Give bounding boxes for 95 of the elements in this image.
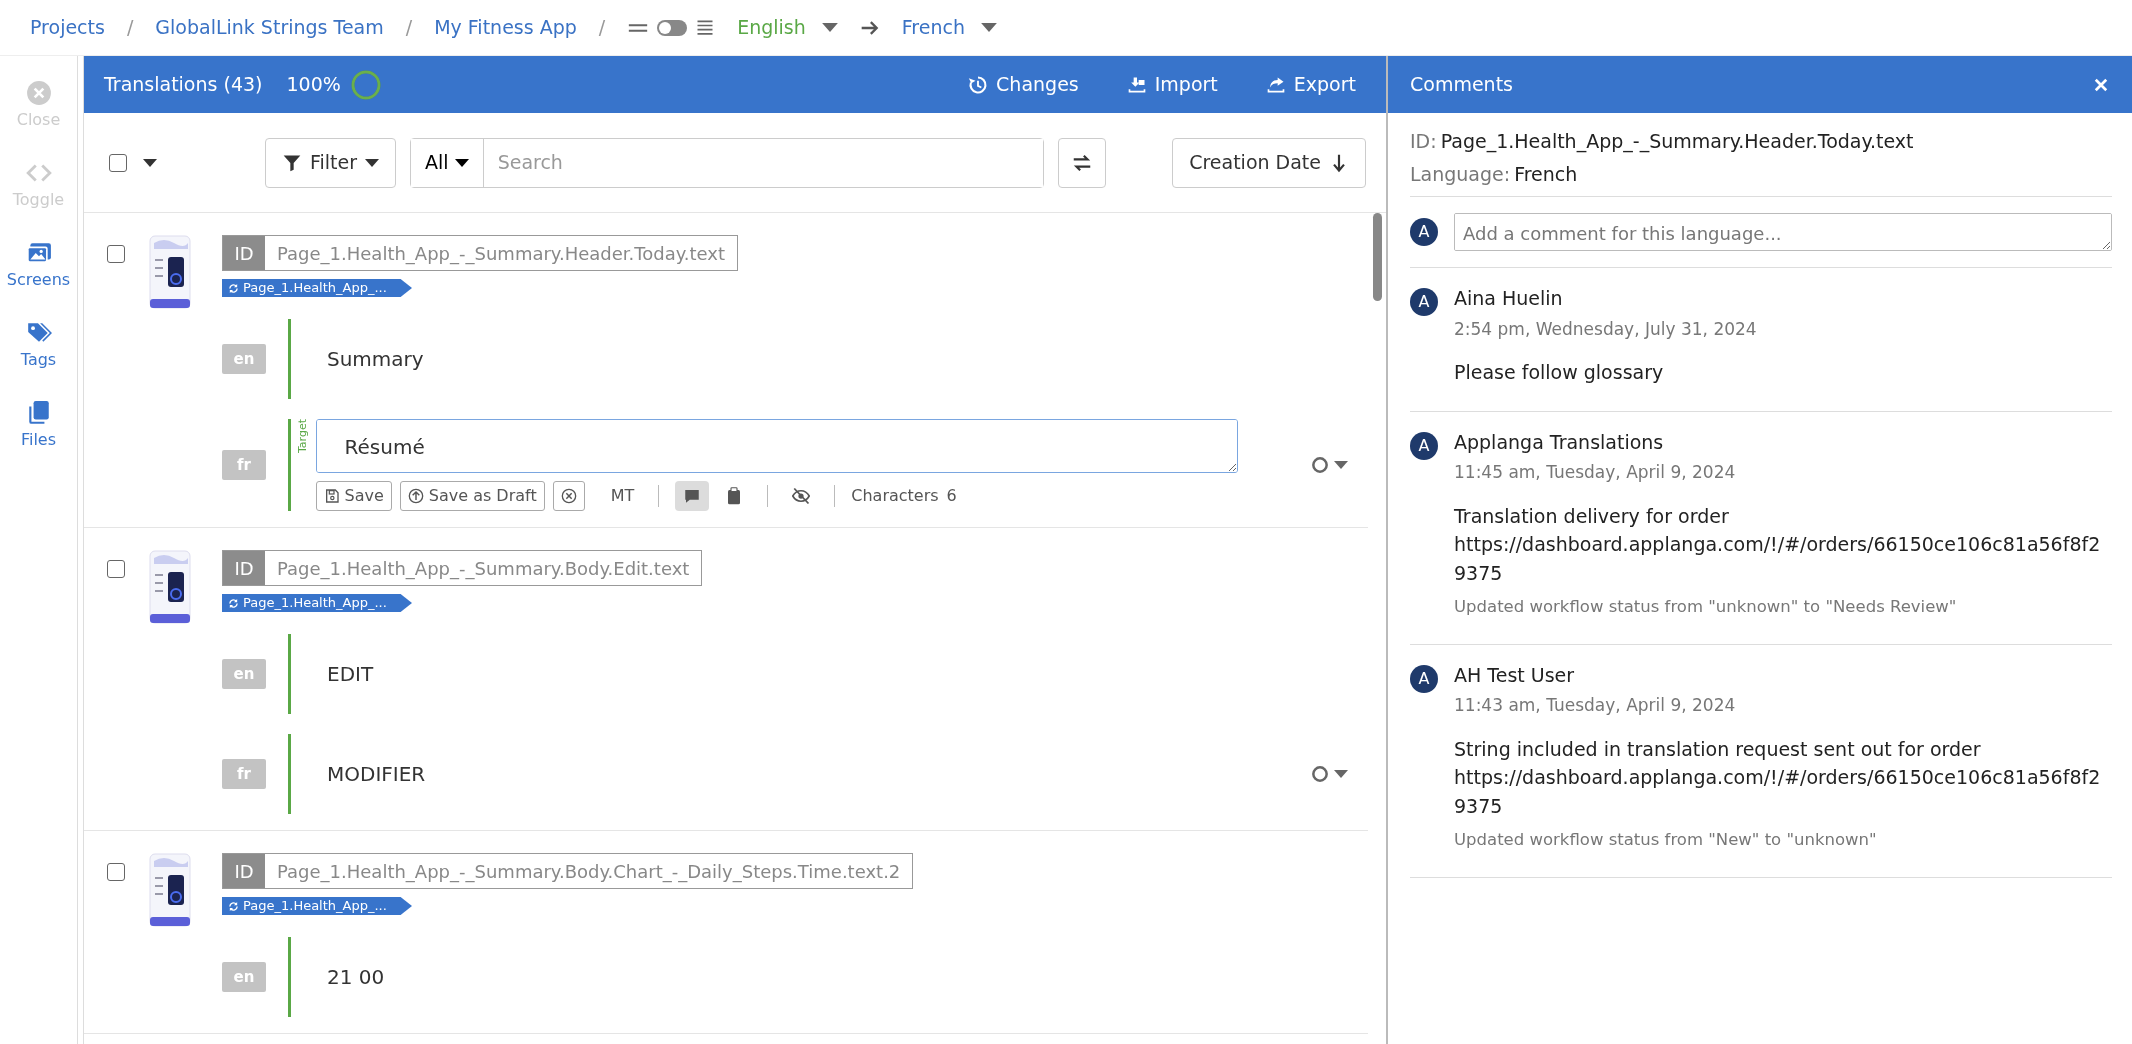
language-value: French [1514,161,1578,187]
sync-icon [228,597,239,609]
language-code-label: en [222,962,266,992]
comment-input[interactable]: Add a comment for this language... [1454,213,2112,251]
sort-button[interactable]: Creation Date [1172,137,1366,188]
scope-dropdown[interactable]: All [411,138,484,187]
row-checkbox[interactable] [107,863,125,881]
breadcrumb-separator: / [598,15,606,41]
comment-time: 2:54 pm, Wednesday, July 31, 2024 [1454,317,1758,341]
language-code-label: en [222,659,266,689]
caret-icon [365,158,380,167]
language-code-label: fr [222,450,266,480]
status-dropdown[interactable] [1310,455,1348,475]
language-code-label: fr [222,759,266,789]
scrollbar-thumb[interactable] [1373,213,1382,301]
cancel-button[interactable] [552,481,585,511]
comment-author: AH Test User [1454,662,1576,688]
caret-icon [1334,770,1348,778]
import-button[interactable]: Import [1126,70,1218,99]
comment-author: Aina Huelin [1454,286,1564,311]
breadcrumb-separator: / [126,15,134,41]
close-icon [25,80,52,106]
target-language-dropdown[interactable]: French [901,13,997,42]
sidebar-item[interactable]: Screens [0,226,77,306]
language-code-label: en [222,344,266,374]
comments-title: Comments [1410,72,1513,98]
upload-circle-icon [407,488,424,504]
phone-screenshot-thumbnail[interactable] [148,853,194,929]
phone-screenshot-thumbnail[interactable] [148,550,194,626]
export-button[interactable]: Export [1265,70,1356,99]
status-circle-icon [1310,764,1330,784]
workflow-status-note: Updated workflow status from "New" to "unknown" [1454,829,1878,852]
target-label: Target [295,419,310,454]
search-field[interactable]: All Search [410,137,1045,188]
comment-time: 11:45 am, Tuesday, April 9, 2024 [1454,461,1737,484]
comments-toggle[interactable] [675,481,710,511]
cancel-icon [560,488,577,504]
machine-translation-button[interactable]: MT [602,481,643,511]
breadcrumb-link[interactable]: GlobalLink Strings Team [155,13,384,42]
translation-input[interactable]: Résumé [315,419,1238,473]
caret-icon [821,23,838,32]
caret-icon [454,158,469,167]
source-text: EDIT [326,661,374,688]
comment-time: 11:43 am, Tuesday, April 9, 2024 [1454,694,1737,718]
breadcrumb-link[interactable]: Projects [30,13,105,42]
screen-tag[interactable]: Page_1.Health_App_... [222,279,412,297]
caret-icon [980,23,997,32]
user-avatar: A [1410,431,1438,460]
user-avatar: A [1410,218,1438,246]
eye-slash-icon [792,487,811,505]
id-label: ID: [1410,129,1437,154]
comment-text: Please follow glossary [1454,360,1665,385]
select-all-checkbox[interactable] [109,153,127,172]
select-menu-caret-icon[interactable] [143,158,157,167]
source-language-dropdown[interactable]: English [737,13,838,42]
string-id-field: ID Page_1.Health_App_-_Summary.Header.Today.text [222,235,738,271]
filter-button[interactable]: Filter [265,137,397,188]
row-checkbox[interactable] [107,245,125,263]
characters-label: Characters [851,485,939,507]
language-label: Language: [1410,161,1511,187]
breadcrumb-link[interactable]: My Fitness App [434,13,577,42]
status-circle-icon [1310,455,1330,475]
status-dropdown[interactable] [1310,764,1348,784]
changes-button[interactable]: Changes [968,70,1079,99]
sidebar-item[interactable]: Tags [0,306,77,386]
comment-text: Translation delivery for order https://dashboard.applanga.com/!/#/orders/66150ce106c81a56f8f29375 [1454,503,2102,586]
comment-author: Applanga Translations [1454,429,1665,455]
workflow-status-note: Updated workflow status from "unknown" to "Needs Review" [1454,596,1958,618]
sync-icon [228,282,239,294]
translation-text: MODIFIER [326,761,426,788]
comment-icon [683,487,702,505]
user-avatar: A [1410,664,1438,693]
comment-text: String included in translation request sent out for order https://dashboard.applanga.com/!/#/orders/66150ce106c81a56f8f29375 [1454,736,2102,819]
view-toggle-switch[interactable] [657,19,688,36]
history-icon [968,74,989,95]
caret-icon [1334,461,1348,469]
string-id-field: ID Page_1.Health_App_-_Summary.Body.Chart_-_Daily_Steps.Time.text.2 [222,853,914,889]
save-button[interactable]: Save [315,481,392,511]
screen-tag[interactable]: Page_1.Health_App_... [222,897,412,915]
breadcrumb-separator: / [405,15,413,41]
swap-button[interactable] [1058,137,1107,188]
character-count: 6 [946,485,957,507]
source-text: 21 00 [326,964,385,991]
translations-title: Translations (43) [104,72,263,98]
screen-tag[interactable]: Page_1.Health_App_... [222,594,412,612]
sync-icon [228,900,239,912]
phone-screenshot-thumbnail[interactable] [148,235,194,311]
progress-percent: 100% [286,72,341,98]
row-checkbox[interactable] [107,560,125,578]
user-avatar: A [1410,288,1438,316]
sidebar-item[interactable]: Files [0,386,77,466]
string-id: Page_1.Health_App_-_Summary.Header.Today.text [1440,129,1914,155]
string-id-field: ID Page_1.Health_App_-_Summary.Body.Edit.text [222,550,703,586]
source-text: Summary [326,346,424,373]
save-as-draft-button[interactable]: Save as Draft [399,481,545,511]
